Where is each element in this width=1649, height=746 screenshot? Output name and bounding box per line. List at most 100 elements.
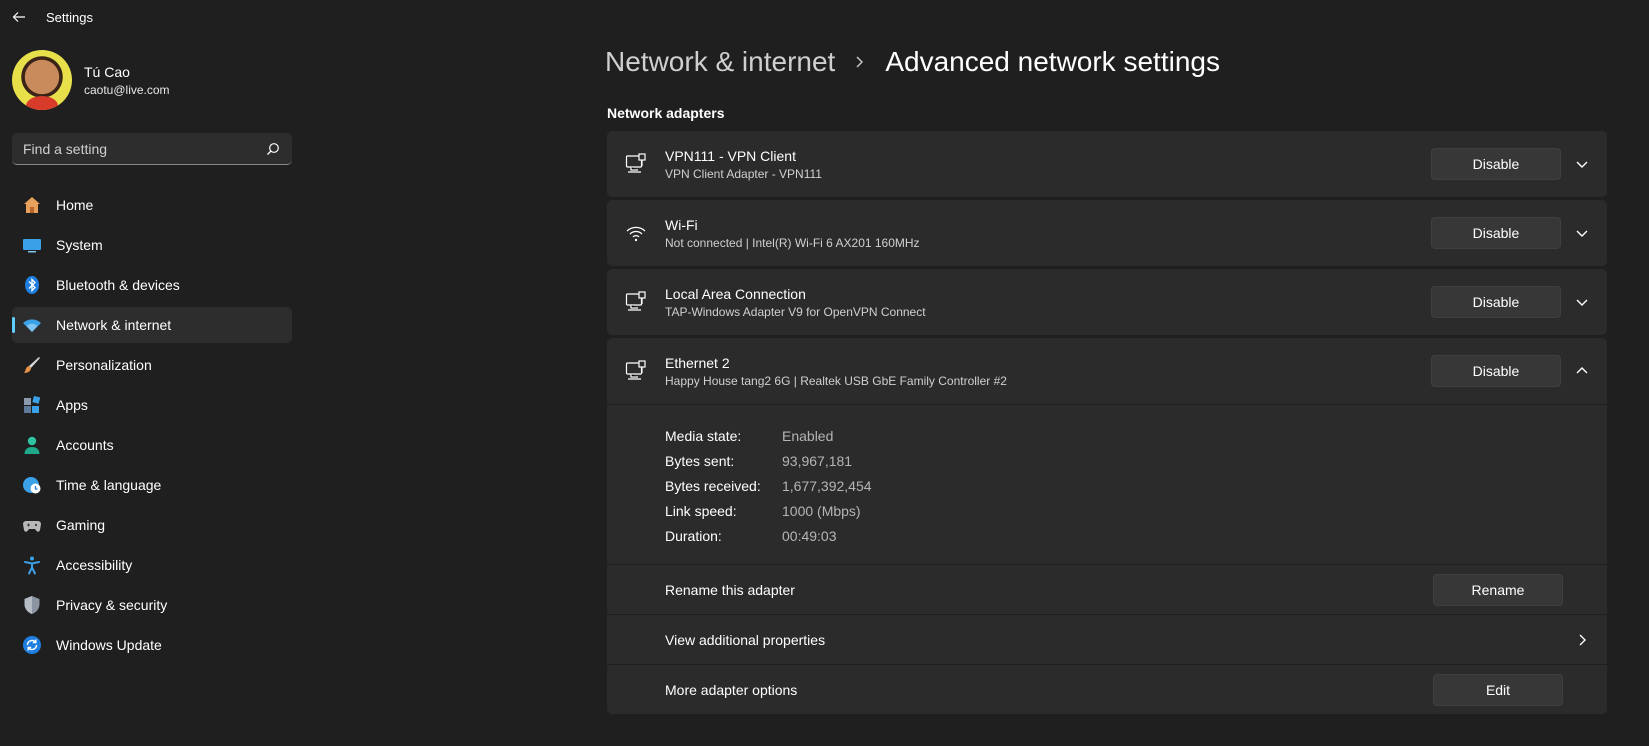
adapter-details: Media state: Enabled Bytes sent: 93,967,…	[607, 404, 1607, 564]
section-title: Network adapters	[607, 105, 725, 121]
sidebar-item-label: Privacy & security	[56, 597, 168, 613]
update-icon	[23, 636, 41, 654]
search-box[interactable]	[12, 133, 292, 165]
app-title: Settings	[46, 9, 93, 25]
sidebar-item-accounts[interactable]: Accounts	[12, 427, 292, 463]
wifi-icon	[23, 319, 41, 332]
ethernet-icon	[625, 360, 646, 380]
adapter-card: VPN111 - VPN Client VPN Client Adapter -…	[607, 131, 1607, 197]
rename-adapter-row: Rename this adapter Rename	[607, 564, 1607, 614]
detail-value: 1000 (Mbps)	[782, 502, 861, 519]
sidebar-item-label: Personalization	[56, 357, 152, 373]
sidebar-item-privacy[interactable]: Privacy & security	[12, 587, 292, 623]
detail-row: Bytes sent: 93,967,181	[665, 448, 1607, 473]
person-icon	[24, 436, 40, 454]
chevron-right-icon	[1579, 634, 1586, 645]
disable-button[interactable]: Disable	[1431, 148, 1561, 180]
sidebar-item-label: Network & internet	[56, 317, 172, 333]
sidebar-item-home[interactable]: Home	[12, 187, 292, 223]
chevron-up-icon[interactable]	[1574, 363, 1590, 379]
sidebar-item-label: Apps	[56, 397, 88, 413]
sidebar-item-label: Home	[56, 197, 94, 213]
sidebar-item-accessibility[interactable]: Accessibility	[12, 547, 292, 583]
adapter-name: Ethernet 2	[665, 354, 730, 371]
adapter-name: Wi-Fi	[665, 216, 698, 233]
main-content: Network & internet Advanced network sett…	[605, 34, 1610, 746]
detail-row: Media state: Enabled	[665, 423, 1607, 448]
user-name: Tú Cao	[84, 63, 130, 80]
chevron-right-icon	[856, 56, 864, 68]
user-profile[interactable]: Tú Cao caotu@live.com	[12, 50, 170, 110]
adapter-description: Not connected | Intel(R) Wi-Fi 6 AX201 1…	[665, 235, 920, 250]
ethernet-icon	[625, 291, 646, 311]
sidebar-item-apps[interactable]: Apps	[12, 387, 292, 423]
disable-button[interactable]: Disable	[1431, 355, 1561, 387]
view-properties-label: View additional properties	[665, 631, 826, 648]
sidebar-item-windows-update[interactable]: Windows Update	[12, 627, 292, 663]
back-button[interactable]	[0, 0, 38, 34]
sidebar-item-network[interactable]: Network & internet	[12, 307, 292, 343]
system-icon	[23, 239, 41, 253]
adapter-row-wifi[interactable]: Wi-Fi Not connected | Intel(R) Wi-Fi 6 A…	[607, 200, 1607, 266]
accessibility-icon	[24, 556, 40, 575]
chevron-down-icon[interactable]	[1574, 156, 1590, 172]
breadcrumb-parent[interactable]: Network & internet	[605, 46, 835, 78]
adapter-card-expanded: Ethernet 2 Happy House tang2 6G | Realte…	[607, 338, 1607, 714]
globe-clock-icon	[23, 477, 41, 494]
detail-key: Bytes received:	[665, 477, 761, 494]
adapter-card: Wi-Fi Not connected | Intel(R) Wi-Fi 6 A…	[607, 200, 1607, 266]
sidebar-item-personalization[interactable]: Personalization	[12, 347, 292, 383]
bluetooth-icon	[25, 276, 39, 294]
avatar[interactable]	[12, 50, 72, 110]
settings-window: Settings Tú Cao caotu@live.com Home	[0, 0, 1649, 746]
brush-icon	[24, 357, 40, 373]
adapter-card: Local Area Connection TAP-Windows Adapte…	[607, 269, 1607, 335]
view-properties-row[interactable]: View additional properties	[607, 614, 1607, 664]
sidebar-item-time-language[interactable]: Time & language	[12, 467, 292, 503]
apps-icon	[24, 395, 41, 413]
disable-button[interactable]: Disable	[1431, 217, 1561, 249]
more-adapter-options-row: More adapter options Edit	[607, 664, 1607, 714]
home-icon	[24, 197, 40, 213]
sidebar-item-label: Time & language	[56, 477, 162, 493]
sidebar-item-system[interactable]: System	[12, 227, 292, 263]
adapter-row-ethernet-2[interactable]: Ethernet 2 Happy House tang2 6G | Realte…	[607, 338, 1607, 404]
page-title: Advanced network settings	[885, 46, 1220, 77]
back-arrow-icon	[12, 12, 25, 22]
more-adapter-options-label: More adapter options	[665, 681, 798, 698]
ethernet-icon	[625, 153, 646, 173]
wifi-icon	[626, 226, 646, 242]
breadcrumb: Network & internet Advanced network sett…	[605, 46, 1220, 78]
user-email: caotu@live.com	[84, 82, 170, 97]
sidebar-item-label: Gaming	[56, 517, 106, 533]
detail-value: Enabled	[782, 427, 834, 444]
nav-list: Home System Bluetooth & devices Network …	[12, 187, 292, 667]
shield-icon	[24, 596, 40, 614]
chevron-down-icon[interactable]	[1574, 294, 1590, 310]
adapter-row-local-area-connection[interactable]: Local Area Connection TAP-Windows Adapte…	[607, 269, 1607, 335]
detail-row: Duration: 00:49:03	[665, 523, 1607, 548]
sidebar-item-label: System	[56, 237, 103, 253]
disable-button[interactable]: Disable	[1431, 286, 1561, 318]
adapter-name: VPN111 - VPN Client	[665, 147, 796, 164]
search-input[interactable]	[23, 140, 263, 157]
detail-key: Link speed:	[665, 502, 737, 519]
detail-value: 93,967,181	[782, 452, 853, 469]
rename-adapter-label: Rename this adapter	[665, 581, 795, 598]
sidebar-item-label: Windows Update	[56, 637, 162, 653]
sidebar-item-gaming[interactable]: Gaming	[12, 507, 292, 543]
detail-key: Media state:	[665, 427, 742, 444]
adapter-description: VPN Client Adapter - VPN111	[665, 166, 822, 181]
adapter-description: TAP-Windows Adapter V9 for OpenVPN Conne…	[665, 304, 926, 319]
detail-value: 1,677,392,454	[782, 477, 872, 494]
adapter-row-vpn111[interactable]: VPN111 - VPN Client VPN Client Adapter -…	[607, 131, 1607, 197]
chevron-down-icon[interactable]	[1574, 225, 1590, 241]
gamepad-icon	[23, 521, 41, 532]
edit-button[interactable]: Edit	[1433, 673, 1563, 706]
detail-row: Link speed: 1000 (Mbps)	[665, 498, 1607, 523]
sidebar-item-bluetooth[interactable]: Bluetooth & devices	[12, 267, 292, 303]
rename-button[interactable]: Rename	[1433, 573, 1563, 606]
detail-key: Bytes sent:	[665, 452, 735, 469]
adapter-name: Local Area Connection	[665, 285, 806, 302]
title-bar: Settings	[0, 0, 1649, 34]
